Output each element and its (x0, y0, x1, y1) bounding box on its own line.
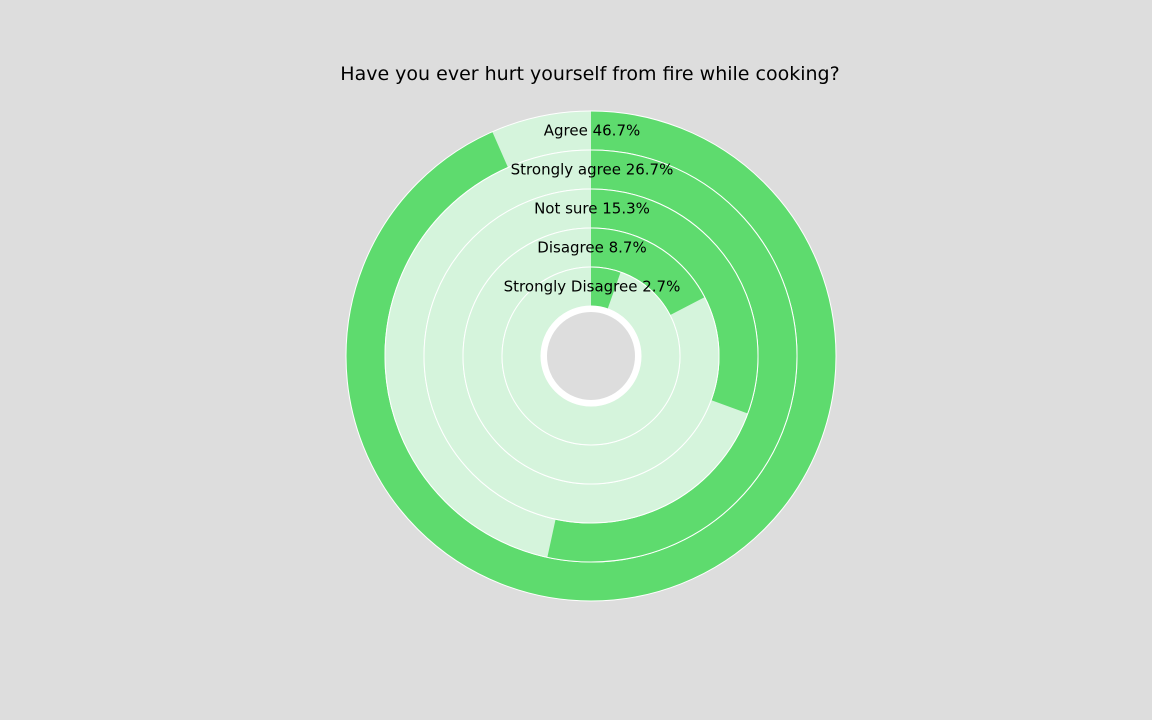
chart-title: Have you ever hurt yourself from fire wh… (340, 63, 839, 85)
ring-label-not-sure: Not sure 15.3% (534, 200, 650, 218)
ring-label-disagree: Disagree 8.7% (537, 239, 646, 257)
ring-label-strongly-disagree: Strongly Disagree 2.7% (504, 278, 681, 296)
ring-label-strongly-agree: Strongly agree 26.7% (511, 161, 674, 179)
chart: Have you ever hurt yourself from fire wh… (0, 0, 1152, 720)
center-hole (541, 306, 641, 406)
radial-bar-chart: Have you ever hurt yourself from fire wh… (340, 63, 840, 602)
rings-group (345, 110, 837, 602)
ring-label-agree: Agree 46.7% (544, 122, 641, 140)
